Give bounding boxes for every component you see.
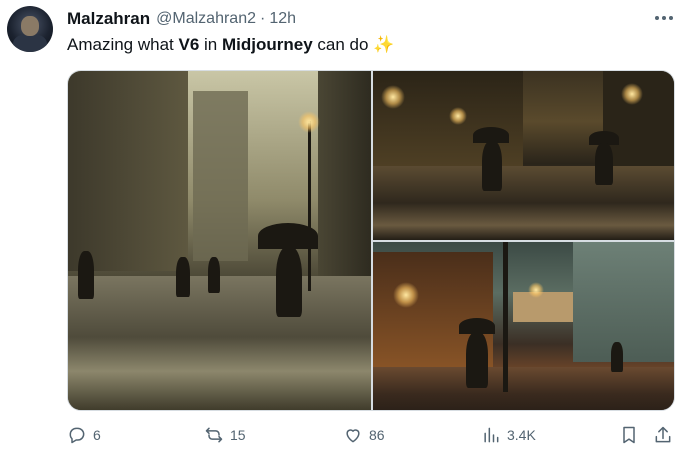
tweet-text-part: in xyxy=(199,35,222,54)
wet-street xyxy=(68,276,371,410)
like-button[interactable]: 86 xyxy=(343,425,385,445)
bookmark-icon xyxy=(623,426,635,444)
media-grid xyxy=(67,70,675,411)
media-image-3[interactable] xyxy=(373,242,674,410)
lamp-glow xyxy=(621,83,643,105)
building-mid xyxy=(193,91,248,261)
media-image-1[interactable] xyxy=(68,71,371,410)
lamp-glow xyxy=(381,85,405,109)
umbrella xyxy=(258,223,318,249)
views-icon xyxy=(484,427,499,443)
media-image-2[interactable] xyxy=(373,71,674,240)
bookmark-button[interactable] xyxy=(619,425,639,445)
tweet-text-part: Amazing what xyxy=(67,35,179,54)
sparkles-emoji: ✨ xyxy=(373,35,395,54)
heart-icon xyxy=(346,429,360,443)
misty-trees xyxy=(573,242,674,362)
building-left xyxy=(68,71,188,271)
tweet-time[interactable]: 12h xyxy=(269,10,296,28)
repost-count: 15 xyxy=(230,427,246,443)
lamp-glow xyxy=(528,282,544,298)
reply-button[interactable]: 6 xyxy=(67,425,101,445)
more-dot xyxy=(662,16,666,20)
tweet-actions: 6 15 86 3.4K xyxy=(67,425,677,451)
author-handle[interactable]: @Malzahran2 xyxy=(156,10,256,28)
lamp-glow xyxy=(449,107,467,125)
background-figure xyxy=(208,257,220,293)
awning xyxy=(513,292,573,322)
more-dot xyxy=(655,16,659,20)
views-count: 3.4K xyxy=(507,427,536,443)
more-dot xyxy=(669,16,673,20)
avatar-body xyxy=(13,34,47,52)
sidewalk xyxy=(373,367,674,410)
lamp-glow xyxy=(298,111,320,133)
share-button[interactable] xyxy=(653,425,673,445)
more-options-icon[interactable] xyxy=(652,8,676,28)
share-icon xyxy=(655,426,671,443)
tweet-bold-midjourney: Midjourney xyxy=(221,35,313,54)
like-count: 86 xyxy=(369,427,385,443)
background-figure xyxy=(78,251,94,299)
avatar-face xyxy=(21,16,39,36)
author-name[interactable]: Malzahran xyxy=(67,9,150,29)
separator-dot: · xyxy=(259,10,266,27)
street-lamp xyxy=(308,121,311,291)
repost-icon xyxy=(205,427,223,443)
avatar[interactable] xyxy=(7,6,53,52)
building-right xyxy=(318,71,371,291)
tweet-text-part: can do xyxy=(312,35,374,54)
street-lamp xyxy=(503,242,508,392)
walking-figure xyxy=(595,143,613,185)
reply-icon xyxy=(69,427,85,444)
walking-figure xyxy=(466,332,488,388)
tweet-header: Malzahran @Malzahran2 · 12h xyxy=(67,9,296,29)
views-button[interactable]: 3.4K xyxy=(481,425,536,445)
repost-button[interactable]: 15 xyxy=(204,425,246,445)
tweet-bold-v6: V6 xyxy=(178,35,200,54)
walking-figure xyxy=(482,141,502,191)
lamp-glow xyxy=(393,282,419,308)
walking-figure xyxy=(276,247,302,317)
tweet-text: Amazing what V6 in Midjourney can do ✨ xyxy=(67,35,394,55)
reply-count: 6 xyxy=(93,427,101,443)
wet-road xyxy=(373,166,674,240)
background-figure xyxy=(611,342,623,372)
background-figure xyxy=(176,257,190,297)
